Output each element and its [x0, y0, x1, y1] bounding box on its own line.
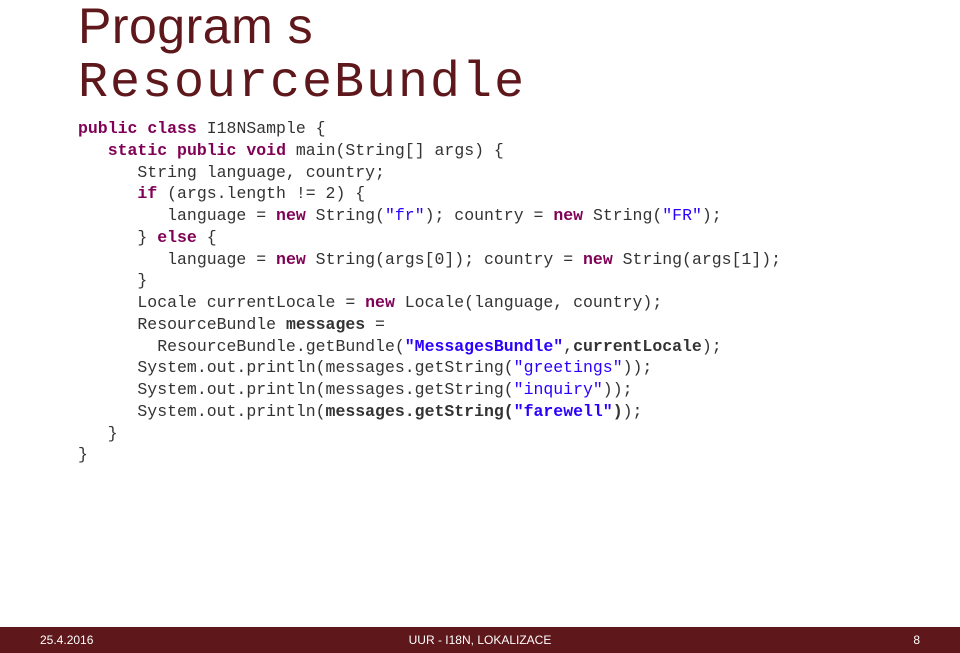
- str-farewell: "farewell": [514, 402, 613, 421]
- title-line-1: Program s: [78, 0, 313, 54]
- kw-public: public: [78, 119, 137, 138]
- title-line-2: ResourceBundle: [78, 55, 526, 112]
- method-main: main: [296, 141, 336, 160]
- kw-void: void: [246, 141, 286, 160]
- kw-static: static: [108, 141, 167, 160]
- str-inquiry: "inquiry": [514, 380, 603, 399]
- kw-class: class: [147, 119, 197, 138]
- var-currentLocale: currentLocale: [573, 337, 702, 356]
- str-FR: "FR": [662, 206, 702, 225]
- code-block: public class I18NSample { static public …: [0, 110, 960, 466]
- kw-else: else: [157, 228, 197, 247]
- kw-new5: new: [365, 293, 395, 312]
- kw-public2: public: [177, 141, 236, 160]
- slide-title: Program s ResourceBundle: [0, 0, 960, 110]
- footer-date: 25.4.2016: [40, 633, 93, 647]
- footer: 25.4.2016 UUR - I18N, LOKALIZACE 8: [0, 627, 960, 653]
- var-messages: messages: [286, 315, 365, 334]
- class-name: I18NSample: [207, 119, 306, 138]
- footer-page: 8: [913, 633, 920, 647]
- expr-farewell1: messages.getString(: [326, 402, 514, 421]
- str-fr: "fr": [385, 206, 425, 225]
- str-bundle: "MessagesBundle": [405, 337, 563, 356]
- kw-if: if: [137, 184, 157, 203]
- kw-new4: new: [583, 250, 613, 269]
- footer-title: UUR - I18N, LOKALIZACE: [0, 633, 960, 647]
- str-greetings: "greetings": [514, 358, 623, 377]
- slide: Program s ResourceBundle public class I1…: [0, 0, 960, 653]
- kw-new1: new: [276, 206, 306, 225]
- kw-new3: new: [276, 250, 306, 269]
- kw-new2: new: [553, 206, 583, 225]
- expr-farewell2: ): [613, 402, 623, 421]
